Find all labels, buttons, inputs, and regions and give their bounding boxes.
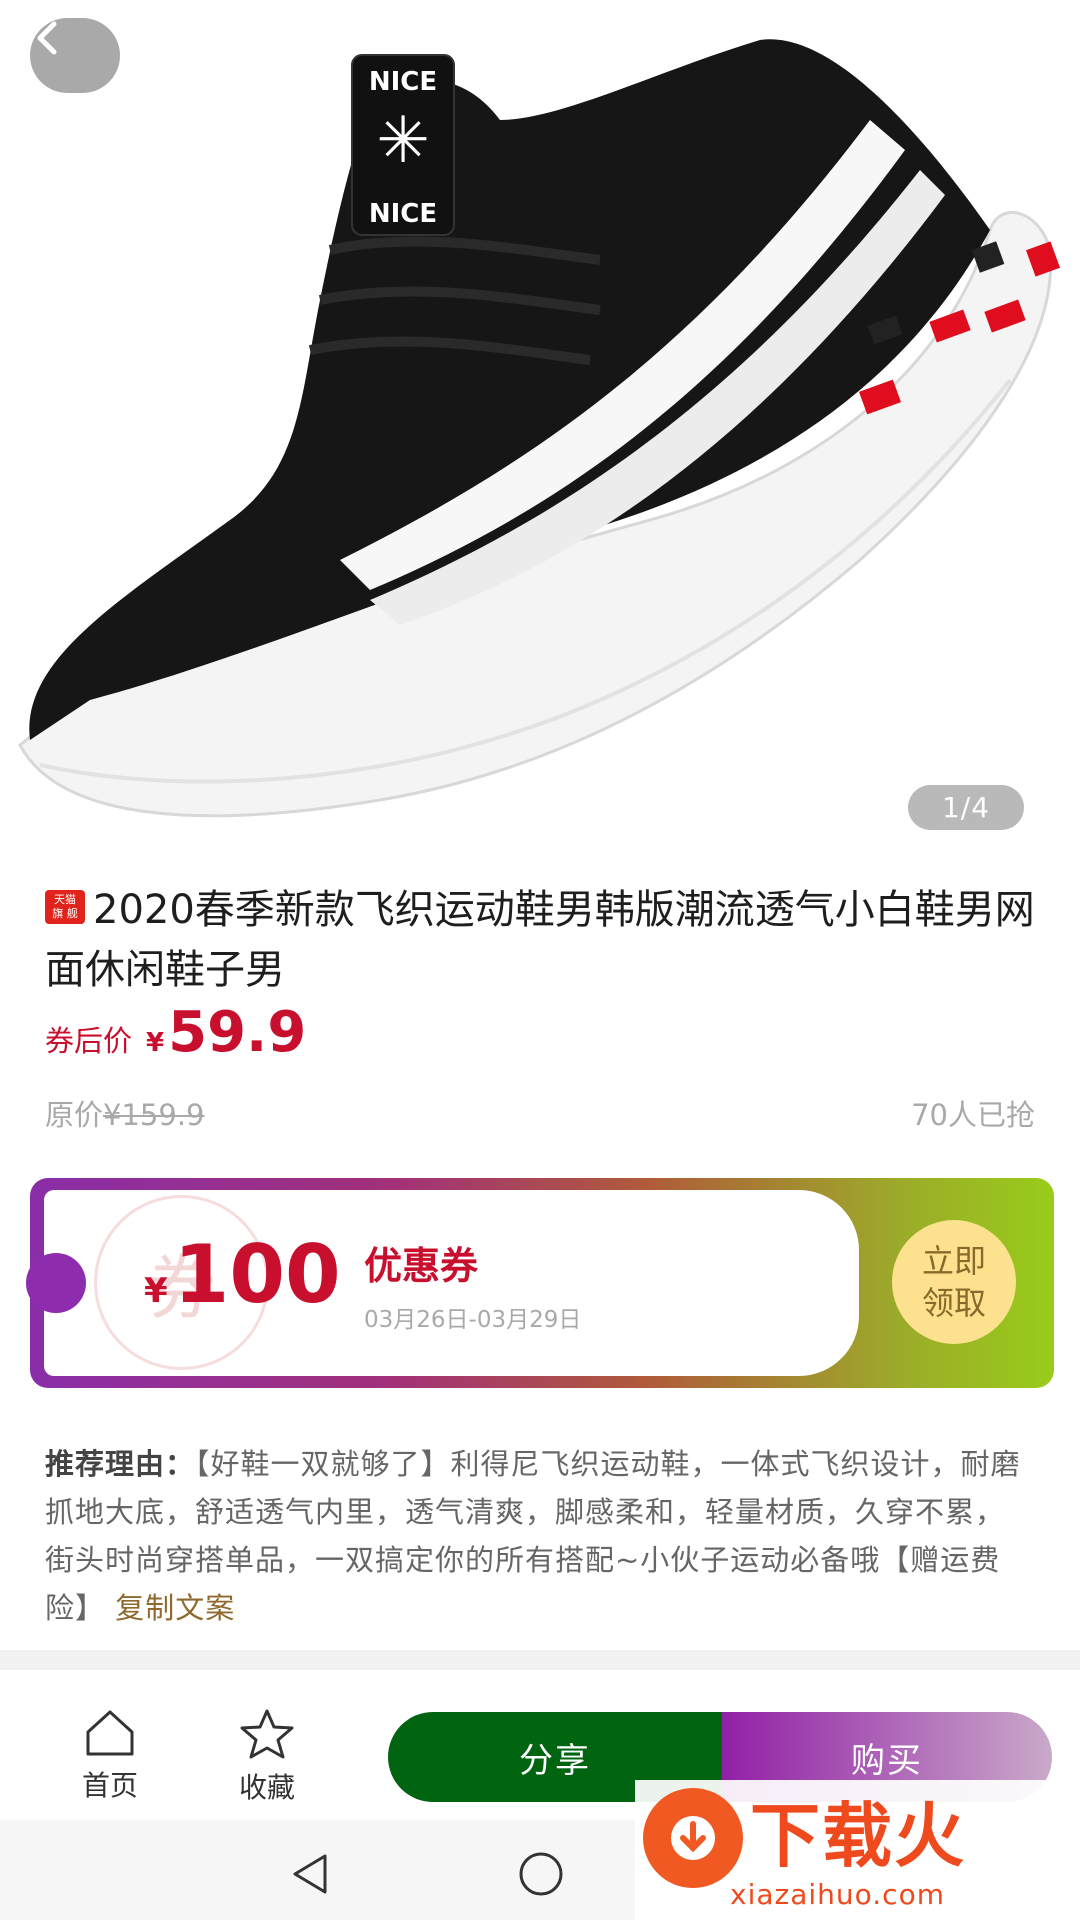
sold-count: 70人已抢 [911,1098,1035,1132]
coupon-notch [26,1253,86,1313]
copy-text-link[interactable]: 复制文案 [115,1591,235,1625]
coupon-title: 优惠券 [364,1244,479,1288]
claim-coupon-button[interactable]: 立即 领取 [892,1220,1016,1344]
coupon-body: 券 ¥ 100 优惠券 03月26日-03月29日 [26,1190,859,1376]
tmall-badge-icon: 天猫旗 舰 [45,890,85,924]
watermark-url: xiazaihuo.com [730,1878,945,1911]
chevron-left-icon [37,21,57,55]
price-label: 券后价 [45,1024,133,1058]
image-counter: 1/4 [908,785,1024,830]
price-value: 59.9 [168,1000,307,1065]
home-icon [86,1710,134,1756]
shoe-logo-top: NICE [369,67,437,97]
recommendation-label: 推荐理由： [45,1447,196,1481]
coupon-amount: ¥ 100 [144,1228,341,1321]
coupon-dates: 03月26日-03月29日 [364,1307,582,1333]
watermark-logo-icon [643,1788,743,1888]
back-button[interactable] [30,18,120,93]
system-back-button[interactable] [285,1850,335,1898]
coupon-card[interactable]: 券 ¥ 100 优惠券 03月26日-03月29日 立即 领取 [26,1178,1054,1388]
watermark: 下载火 xiazaihuo.com [635,1780,1080,1920]
recommendation-text: 推荐理由：【好鞋一双就够了】利得尼飞织运动鞋，一体式飞织设计，耐磨抓地大底，舒适… [45,1440,1030,1632]
product-image-gallery[interactable]: NICE ✳ NICE 1/4 [0,0,1080,850]
product-image: NICE ✳ NICE [18,39,1061,818]
svg-text:✳: ✳ [376,104,430,178]
system-home-button[interactable] [515,1850,567,1902]
original-price-row: 原价¥159.9 70人已抢 [45,1092,1035,1134]
product-title: 天猫旗 舰 2020春季新款飞织运动鞋男韩版潮流透气小白鞋男网面休闲鞋子男 [45,880,1035,1000]
product-title-text: 2020春季新款飞织运动鞋男韩版潮流透气小白鞋男网面休闲鞋子男 [45,887,1035,993]
original-price: 原价¥159.9 [45,1098,205,1132]
home-button[interactable]: 首页 [60,1708,160,1804]
price-currency: ¥ [146,1028,165,1058]
shoe-logo-bottom: NICE [369,199,437,229]
favorite-button[interactable]: 收藏 [217,1708,317,1806]
star-icon [240,1709,294,1759]
watermark-name: 下载火 [750,1795,966,1877]
section-divider [0,1650,1080,1670]
price-row: 券后价 ¥ 59.9 [45,1000,306,1065]
